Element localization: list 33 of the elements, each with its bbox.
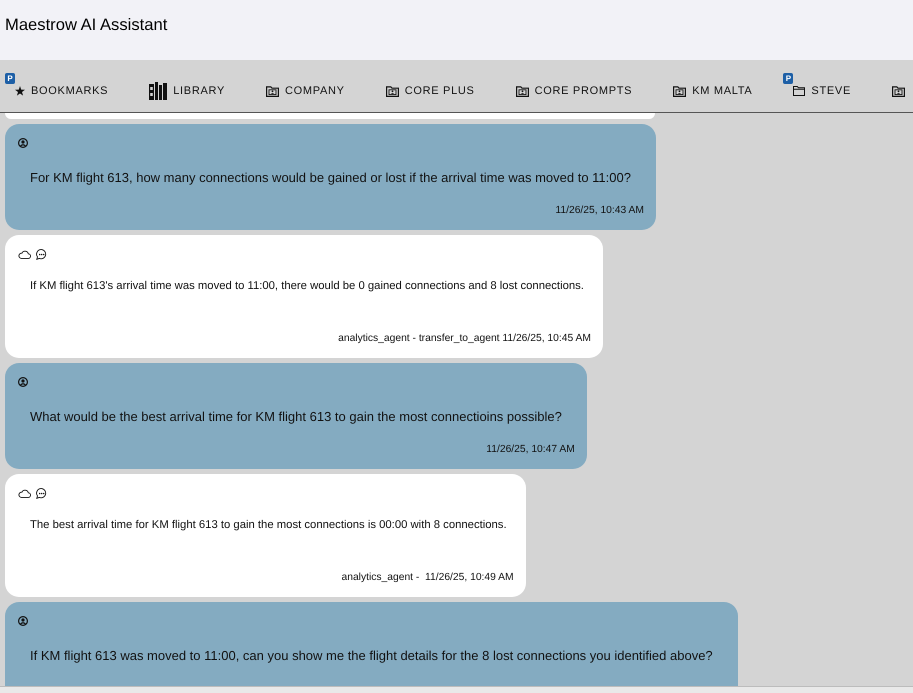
folder-person-icon [386,86,399,96]
folder-person-icon [266,86,279,96]
chat-bubble-icon [36,488,47,498]
message-timestamp: analytics_agent - 11/26/25, 10:49 AM [341,572,514,584]
cloud-icon [18,488,31,498]
star-icon [15,86,25,96]
toolbar-tab[interactable] [892,86,905,96]
user-icon [18,616,28,626]
folder-person-icon [892,86,905,96]
message-text: If KM flight 613 was moved to 11:00, can you show me the flight details for the 8 lost connections you identified above? [29,648,714,664]
folder-person-icon [673,86,686,96]
message-timestamp: 11/26/25, 10:47 AM [486,444,575,456]
toolbar-tab[interactable]: LIBRARY [149,82,225,100]
chat-bubble-icon [36,248,47,260]
cloud-icon [18,250,31,258]
toolbar-tab[interactable]: CORE PLUS [386,85,475,97]
message-timestamp: 11/26/25, 10:43 AM [555,205,644,217]
message-text: The best arrival time for KM flight 613 to gain the most connections is 00:00 with 8 connections. [29,518,508,532]
user-icon [18,138,28,148]
message-text: For KM flight 613, how many connections would be gained or lost if the arrival time was moved to 11:00? [29,170,632,186]
folder-icon [793,86,806,96]
tab-badge: P [5,73,15,84]
message-text: If KM flight 613's arrival time was moved to 11:00, there would be 0 gained connections and 8 lost connections. [29,279,585,293]
folder-person-icon [516,86,529,96]
message-text: What would be the best arrival time for KM flight 613 to gain the most connectioins possible? [29,409,563,425]
tab-badge: P [783,73,794,84]
user-icon [18,377,28,387]
books-icon [149,82,168,100]
window-title: Maestrow AI Assistant [5,15,168,35]
toolbar-tab[interactable]: COMPANY [266,85,345,97]
toolbar-tab[interactable]: KM MALTA [673,85,752,97]
message-timestamp: analytics_agent - transfer_to_agent 11/26/25, 10:45 AM [338,333,591,345]
toolbar-tab[interactable]: CORE PROMPTS [516,85,632,97]
